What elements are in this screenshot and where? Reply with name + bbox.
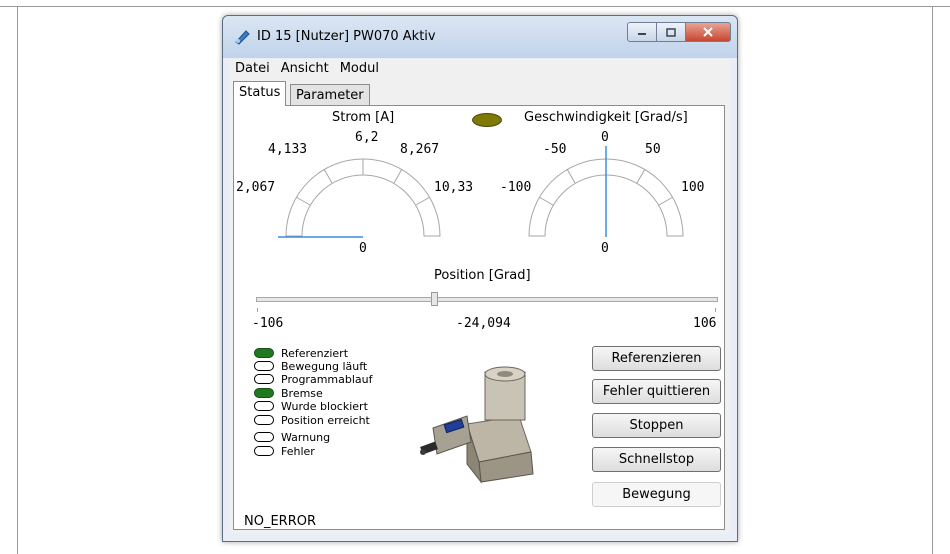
strom-tick-label: 2,067 [236,180,276,195]
strom-tick-label: 6,2 [355,130,379,145]
maximize-icon[interactable] [656,22,686,42]
status-led-bremse: Bremse [254,386,323,400]
strom-gauge [278,158,441,238]
status-led-warnung: Warnung [254,430,330,444]
led-indicator [254,374,274,384]
led-indicator [254,401,274,411]
app-icon [235,30,250,45]
tab-status[interactable]: Status [233,81,287,106]
menu-datei[interactable]: Datei [230,59,276,78]
led-label: Wurde blockiert [281,399,368,413]
app-window: ID 15 [Nutzer] PW070 Aktiv Datei Ansicht… [222,15,738,542]
menu-modul[interactable]: Modul [335,59,385,78]
status-led-programmablauf: Programmablauf [254,372,373,386]
led-label: Warnung [281,430,331,444]
led-label: Position erreicht [281,413,370,427]
led-label: Programmablauf [281,372,373,386]
position-max-label: 106 [693,316,717,331]
status-led-referenziert: Referenziert [254,346,348,360]
speed-gauge-title: Geschwindigkeit [Grad/s] [524,110,688,125]
led-label: Bewegung läuft [281,359,368,373]
frame-left-line [17,6,18,554]
status-led-blockiert: Wurde blockiert [254,399,368,413]
device-image [420,366,534,484]
schnellstop-button[interactable]: Schnellstop [592,447,721,472]
menu-bar: Datei Ansicht Modul [230,59,730,78]
led-indicator [254,446,274,456]
position-min-label: -106 [252,316,284,331]
strom-zero-label: 0 [359,241,367,256]
frame-top-line [0,6,950,7]
led-indicator [254,348,274,358]
status-led-bewegung: Bewegung läuft [254,359,367,373]
led-label: Referenziert [281,346,349,360]
led-label: Fehler [281,444,315,458]
led-label: Bremse [281,386,323,400]
position-value-label: -24,094 [456,316,511,331]
status-text: NO_ERROR [244,514,317,529]
fehler-quittieren-button[interactable]: Fehler quittieren [592,379,721,404]
led-indicator [254,388,274,398]
slider-max-tick [715,308,716,312]
client-area: Status Parameter Strom [A] 6,2 4,133 8,2… [230,78,730,534]
strom-gauge-title: Strom [A] [332,110,395,125]
status-panel: Strom [A] 6,2 4,133 8,267 2,067 10,33 0 … [233,105,725,530]
speed-gauge [528,146,684,237]
close-icon[interactable] [685,22,731,42]
speed-zero-label: 0 [601,241,609,256]
tab-parameter[interactable]: Parameter [290,84,370,106]
window-title: ID 15 [Nutzer] PW070 Aktiv [257,29,436,44]
speed-tick-label: 0 [601,130,609,145]
led-indicator [254,361,274,371]
led-indicator [254,415,274,425]
status-led-position-erreicht: Position erreicht [254,413,370,427]
slider-min-tick [257,308,258,312]
stoppen-button[interactable]: Stoppen [592,413,721,438]
frame-right-line [932,6,933,554]
minimize-icon[interactable] [627,22,657,42]
referenzieren-button[interactable]: Referenzieren [592,346,721,371]
led-indicator [254,432,274,442]
activity-indicator [472,113,502,127]
status-led-fehler: Fehler [254,444,315,458]
bewegung-button[interactable]: Bewegung [592,482,721,507]
position-slider-thumb[interactable] [430,292,438,306]
position-slider-track[interactable] [256,297,718,302]
title-bar[interactable]: ID 15 [Nutzer] PW070 Aktiv [223,16,737,58]
position-title: Position [Grad] [434,268,531,283]
menu-ansicht[interactable]: Ansicht [276,59,335,78]
